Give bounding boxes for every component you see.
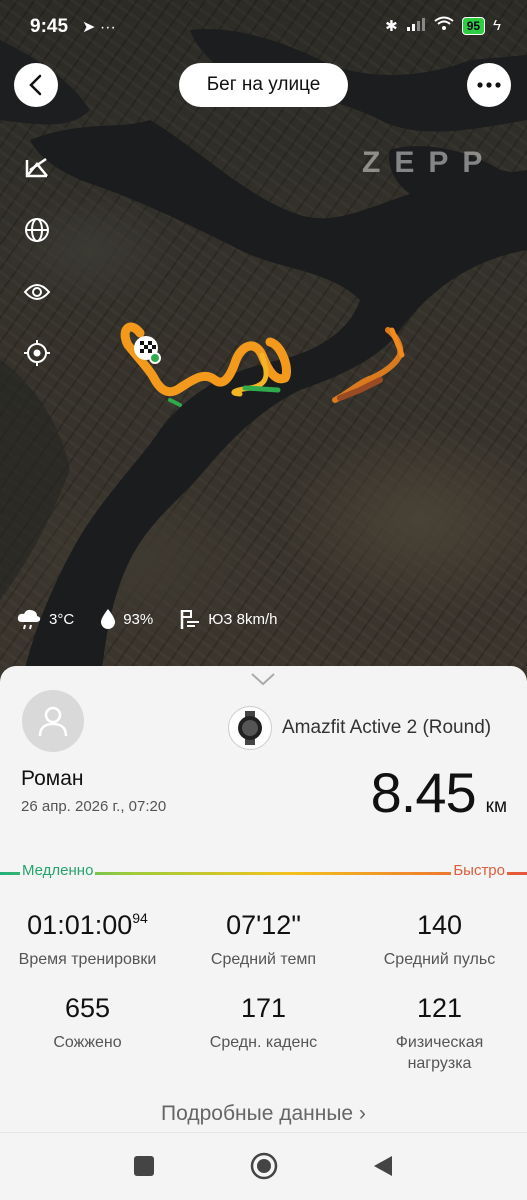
pace-slow-label: Медленно bbox=[20, 862, 96, 879]
stat-calories: 655 Сожжено bbox=[53, 993, 122, 1051]
signal-icon bbox=[406, 17, 426, 35]
eye-icon[interactable] bbox=[22, 277, 52, 307]
workout-type-title[interactable]: Бег на улице bbox=[179, 63, 348, 107]
back-nav-button[interactable] bbox=[370, 1153, 396, 1179]
bluetooth-icon: ✱ bbox=[385, 17, 398, 35]
workout-summary-sheet: Amazfit Active 2 (Round) Роман 26 апр. 2… bbox=[0, 666, 527, 1132]
temperature-value: 3°C bbox=[49, 610, 75, 628]
locate-icon[interactable] bbox=[22, 338, 52, 368]
wind-value: ЮЗ 8km/h bbox=[208, 610, 278, 628]
details-link[interactable]: Подробные данные › bbox=[0, 1102, 527, 1126]
stat-training-load: 121 Физическая нагрузка bbox=[395, 993, 484, 1072]
charging-icon: ϟ bbox=[493, 17, 501, 34]
home-button[interactable] bbox=[249, 1151, 279, 1181]
zepp-watermark: ZEPP bbox=[362, 146, 497, 179]
ruler-icon[interactable] bbox=[22, 153, 52, 183]
chevron-left-icon bbox=[29, 74, 42, 96]
workout-date: 26 апр. 2026 г., 07:20 bbox=[21, 798, 167, 815]
back-button[interactable] bbox=[14, 63, 58, 107]
distance-display: 8.45 км bbox=[371, 760, 507, 825]
humidity-drop-icon bbox=[101, 609, 116, 629]
distance-value: 8.45 bbox=[370, 761, 477, 824]
stat-avg-pace: 07'12" Средний темп bbox=[210, 910, 317, 968]
weather-summary: 3°C 93% ЮЗ 8km/h bbox=[16, 608, 303, 630]
avatar[interactable] bbox=[22, 690, 84, 752]
more-options-button[interactable] bbox=[467, 63, 511, 107]
stat-workout-time: 01:01:0094 Время тренировки bbox=[18, 910, 157, 968]
distance-unit: км bbox=[485, 796, 507, 817]
status-bar: 9:45 ➤ ··· ✱ 95 ϟ bbox=[0, 0, 527, 56]
stat-avg-heart-rate: 140 Средний пульс bbox=[383, 910, 496, 968]
system-nav-bar bbox=[0, 1132, 527, 1200]
globe-icon[interactable] bbox=[22, 215, 52, 245]
recent-apps-button[interactable] bbox=[131, 1153, 157, 1179]
notification-icons: ➤ ··· bbox=[82, 19, 116, 36]
wind-icon bbox=[180, 610, 200, 629]
cloud-rain-icon bbox=[17, 609, 41, 630]
battery-indicator: 95 bbox=[461, 16, 486, 35]
more-dots-icon bbox=[477, 82, 501, 88]
wifi-icon bbox=[434, 16, 454, 35]
user-icon bbox=[38, 706, 68, 737]
status-time: 9:45 bbox=[30, 16, 69, 37]
watch-icon bbox=[228, 706, 272, 750]
device-name: Amazfit Active 2 (Round) bbox=[282, 717, 492, 738]
device-info[interactable]: Amazfit Active 2 (Round) bbox=[228, 706, 491, 750]
user-name: Роман bbox=[21, 767, 84, 790]
pace-fast-label: Быстро bbox=[451, 862, 507, 879]
humidity-value: 93% bbox=[123, 610, 154, 628]
collapse-chevron-icon[interactable] bbox=[250, 672, 276, 691]
stat-avg-cadence: 171 Средн. каденс bbox=[209, 993, 318, 1051]
